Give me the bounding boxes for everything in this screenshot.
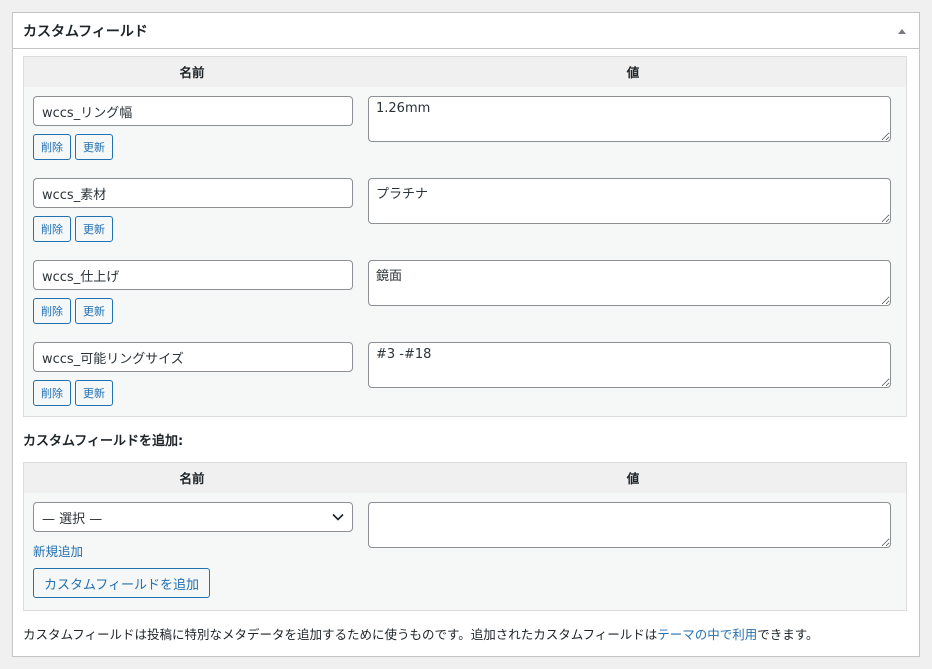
existing-fields-table: 名前 値 1.26mm 削除 更新 プラチナ 削除 更新 鏡面 削除 更新 [23,56,907,417]
table-row: 1.26mm 削除 更新 [24,87,906,169]
update-button[interactable]: 更新 [75,216,113,242]
box-title: カスタムフィールド [23,23,148,40]
box-header: カスタムフィールド [13,13,919,49]
help-text-before: カスタムフィールドは投稿に特別なメタデータを追加するために使うものです。追加され… [23,627,658,642]
update-button[interactable]: 更新 [75,298,113,324]
add-custom-field-button[interactable]: カスタムフィールドを追加 [33,568,210,598]
field-name-input[interactable] [33,96,353,126]
add-custom-field-heading: カスタムフィールドを追加: [23,434,184,449]
field-name-select[interactable]: — 選択 — [33,502,353,532]
row-actions: 削除 更新 [33,380,113,406]
field-value-textarea[interactable]: 1.26mm [368,96,891,142]
row-actions: 削除 更新 [33,134,113,160]
name-column-header: 名前 [179,65,205,80]
row-actions: 削除 更新 [33,298,113,324]
value-column-header: 値 [626,471,640,486]
field-name-input[interactable] [33,260,353,290]
name-column-header: 名前 [179,471,205,486]
table-row: プラチナ 削除 更新 [24,169,906,251]
field-value-textarea[interactable]: #3 -#18 [368,342,891,388]
field-value-textarea[interactable]: 鏡面 [368,260,891,306]
value-column-header: 値 [626,65,640,80]
table-header: 名前 値 [24,57,906,87]
triangle-up-icon[interactable] [895,24,909,38]
update-button[interactable]: 更新 [75,380,113,406]
theme-usage-link[interactable]: テーマの中で利用 [657,627,757,642]
field-name-input[interactable] [33,342,353,372]
add-new-link[interactable]: 新規追加 [33,541,83,560]
select-value: — 選択 — [42,511,103,527]
custom-fields-box: カスタムフィールド 名前 値 1.26mm 削除 更新 プラチナ 削除 更新 [12,12,920,657]
add-field-row: — 選択 — 新規追加 カスタムフィールドを追加 [24,493,906,610]
field-value-textarea[interactable]: プラチナ [368,178,891,224]
field-name-input[interactable] [33,178,353,208]
table-header: 名前 値 [24,463,906,493]
new-field-value-textarea[interactable] [368,502,891,548]
delete-button[interactable]: 削除 [33,216,71,242]
help-text-after: できます。 [757,627,819,642]
help-text: カスタムフィールドは投稿に特別なメタデータを追加するために使うものです。追加され… [23,624,819,643]
delete-button[interactable]: 削除 [33,298,71,324]
delete-button[interactable]: 削除 [33,380,71,406]
update-button[interactable]: 更新 [75,134,113,160]
chevron-down-icon [332,510,344,525]
table-row: #3 -#18 削除 更新 [24,333,906,415]
add-field-table: 名前 値 — 選択 — 新規追加 カスタムフィールドを追加 [23,462,907,611]
delete-button[interactable]: 削除 [33,134,71,160]
table-row: 鏡面 削除 更新 [24,251,906,333]
row-actions: 削除 更新 [33,216,113,242]
